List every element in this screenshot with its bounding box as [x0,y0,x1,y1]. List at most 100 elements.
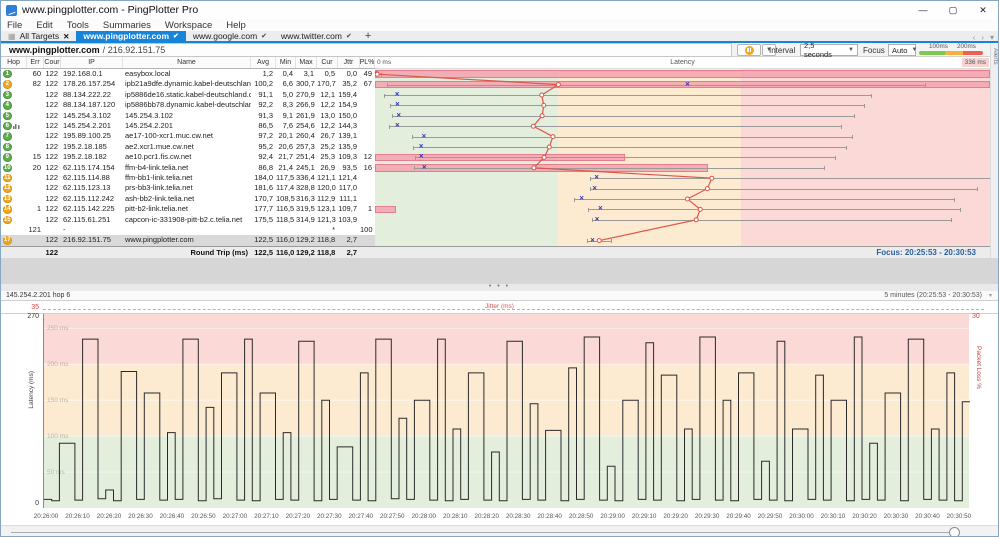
cell-err [27,121,44,131]
current-latency-marker: ✕ [684,81,690,88]
app-icon [6,4,17,16]
table-row[interactable]: 15 122 62.115.61.251 capcon-ic-331908-pitt-… [1,215,375,225]
tab-www-pingplotter-com[interactable]: www.pingplotter.com ✔ [76,31,186,41]
zone-label: 200 ms [47,360,69,368]
tab-bar: ▦ All Targets ✕ www.pingplotter.com ✔ www.… [1,30,998,43]
x-tick-label: 20:29:40 [726,513,751,520]
x-tick-label: 20:27:10 [254,513,279,520]
menu-item-summaries[interactable]: Summaries [103,20,151,31]
cell-min: 108,5 [276,193,295,203]
table-row[interactable]: 2 82 122 178.26.157.254 ipb21a9dfe.dynamic.k… [1,79,375,89]
table-row[interactable]: 11 122 62.115.114.88 ffm-bb1-link.telia.net… [1,173,375,183]
x-tick-label: 20:26:10 [65,513,90,520]
tab-www-google-com[interactable]: www.google.com ✔ [186,31,274,41]
zone-label: 150 ms [47,396,69,404]
timeline-scrollbar[interactable] [1,525,998,536]
column-header-max[interactable]: Max [296,57,317,68]
cell-hop: 3 [1,90,27,100]
table-row[interactable]: 9 15 122 195.2.18.182 ae10.pcr1.fis.cw.net 92… [1,152,375,162]
cell-pl: 49 [363,69,372,78]
table-row[interactable]: 4 122 88.134.187.120 ip5886bb78.dynamic.kab… [1,100,375,110]
scrollbar-thumb[interactable] [949,527,960,536]
table-row[interactable]: 6 122 145.254.2.201 145.254.2.201 86,5 7,6 254… [1,121,375,131]
maximize-button[interactable]: ▢ [938,1,968,19]
column-header-err[interactable]: Err [27,57,44,68]
tab-www-twitter-com[interactable]: www.twitter.com ✔ [274,31,359,41]
cell-max: 316,3 [296,193,315,203]
tab-all-targets[interactable]: ▦ All Targets ✕ [1,31,76,41]
round-trip-row: Focus: 20:25:53 - 20:30:53 122 Round Trip… [1,245,990,258]
tab-check-icon: ✔ [345,33,352,40]
minmax-range-bar [387,84,926,86]
table-row[interactable]: 3 122 88.134.222.22 ip5886de16.static.kabel… [1,90,375,100]
interval-label: Interval [769,46,796,55]
column-header-jttr[interactable]: Jttr [338,57,360,68]
tab-scroll-left-icon[interactable]: ‹ [973,33,976,42]
column-header-min[interactable]: Min [276,57,296,68]
new-tab-button[interactable]: + [359,30,377,42]
menu-item-workspace[interactable]: Workspace [165,20,212,31]
table-row[interactable]: 5 122 145.254.3.102 145.254.3.102 91,3 9,1 261… [1,111,375,121]
chevron-down-icon[interactable]: ▾ [989,292,992,299]
menu-item-file[interactable]: File [7,20,22,31]
column-header-pl[interactable]: PL% [360,57,375,68]
splitter-handle[interactable]: • • • [1,283,998,291]
minimize-button[interactable]: — [908,1,938,19]
column-header-avg[interactable]: Avg [251,57,276,68]
column-header-cur[interactable]: Cur [317,57,338,68]
cell-ip: 195.2.18.185 [63,141,107,151]
cell-ip: 62.115.112.242 [63,193,115,203]
cell-cour: 122 [45,100,58,110]
target-address[interactable]: www.pingplotter.com / 216.92.151.75 [1,43,732,57]
cell-max: 257,3 [296,141,315,151]
table-row[interactable]: 7 122 195.89.100.25 ae17-100-xcr1.muc.cw.ne… [1,131,375,141]
cell-name: ash-bb2-link.telia.net [125,193,195,203]
range-end-tick [591,218,593,223]
cell-err [27,173,44,183]
x-tick-label: 20:29:20 [663,513,688,520]
table-row[interactable]: 121 - * 100 [1,225,375,235]
column-header-hop[interactable]: Hop [1,57,27,68]
tab-menu-icon[interactable]: ▾ [990,33,994,42]
table-row[interactable]: 17 122 216.92.151.75 www.pingplotter.com 122… [1,235,375,246]
table-row[interactable]: 1 60 122 192.168.0.1 easybox.local 1,2 0,4 3,1 0… [1,69,375,79]
cell-name: ae17-100-xcr1.muc.cw.net [125,131,213,141]
hop-badge: 8 [3,142,12,152]
alerts-side-tab[interactable]: Alerts [990,43,998,258]
cell-max [296,225,317,235]
menu-item-tools[interactable]: Tools [67,20,89,31]
menu-item-help[interactable]: Help [226,20,246,31]
x-tick-label: 20:29:50 [757,513,783,520]
pause-button[interactable] [737,44,761,56]
tab-close-icon[interactable]: ✕ [63,32,69,41]
minmax-range-bar [411,136,852,138]
table-row[interactable]: 8 122 195.2.18.185 ae2.xcr1.mue.cw.net 95,2 2… [1,142,375,152]
range-end-tick [845,145,847,150]
cell-min: 21,4 [278,162,293,172]
cell-jttr: 150,0 [338,110,357,120]
table-row[interactable]: 10 20 122 62.115.174.154 ffm-b4-link.telia.n… [1,163,375,173]
table-row[interactable]: 13 122 62.115.112.242 ash-bb2-link.telia.ne… [1,194,375,204]
focus-select[interactable]: Auto ▼ [888,44,917,56]
cell-cur: 12,2 [320,100,335,110]
interval-select[interactable]: 2,5 seconds ▼ [800,41,858,59]
column-header-cour[interactable]: Cour [44,57,61,68]
latency-axis-max-label: 336 ms [961,58,989,67]
cell-cour: 122 [45,121,58,130]
timeline-range-selector[interactable]: 5 minutes (20:25:53 - 20:30:53) [884,292,982,299]
cell-name: ae10.pcr1.fis.cw.net [125,152,192,162]
close-button[interactable]: ✕ [968,1,998,19]
cell-cur: 118,8 [317,235,336,245]
tab-scroll-right-icon[interactable]: › [981,33,984,42]
table-row[interactable]: 12 122 62.115.123.13 prs-bb3-link.telia.net… [1,183,375,193]
timeline-plot[interactable]: 250 ms 200 ms 150 ms 100 ms 50 ms [43,314,970,508]
panel-splitter[interactable] [1,258,998,284]
cell-name: ip5886bb78.dynamic.kabel-deutschland.de [125,100,251,110]
cell-err [27,111,44,121]
cell-cour: 122 [45,69,58,78]
column-header-ip[interactable]: IP [61,57,123,68]
cell-ip: 88.134.187.120 [63,100,116,110]
table-row[interactable]: 14 1 122 62.115.142.225 pitt-b2-link.telia.n… [1,204,375,214]
menu-item-edit[interactable]: Edit [36,20,52,31]
column-header-name[interactable]: Name [123,57,251,68]
